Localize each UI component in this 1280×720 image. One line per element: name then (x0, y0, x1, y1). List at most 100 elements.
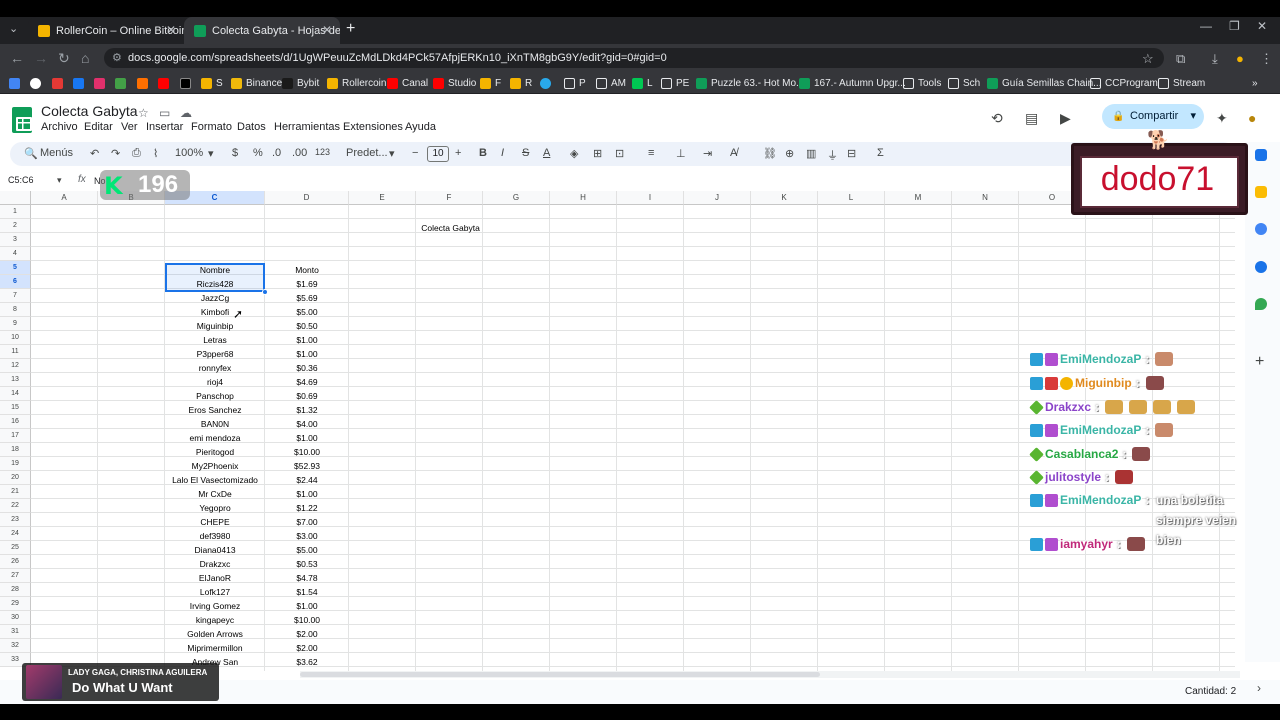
row-header-25[interactable]: 25 (0, 541, 31, 555)
zoom-select[interactable]: 100% (175, 147, 203, 159)
text-color-icon[interactable]: A (543, 147, 550, 159)
amount-cell[interactable]: $1.00 (265, 333, 349, 347)
header-nombre-cell[interactable]: Nombre (165, 263, 265, 277)
name-cell[interactable]: Golden Arrows (165, 627, 265, 641)
account-avatar[interactable]: ● (1248, 110, 1256, 126)
search-menus-icon[interactable]: 🔍 (24, 147, 38, 160)
row-header-16[interactable]: 16 (0, 415, 31, 429)
amount-cell[interactable]: $0.50 (265, 319, 349, 333)
share-button[interactable]: Compartir▾ (1102, 104, 1204, 129)
row-header-10[interactable]: 10 (0, 331, 31, 345)
bookmark-icon-7[interactable] (137, 75, 152, 91)
percent-format-button[interactable]: % (253, 147, 263, 159)
row-header-17[interactable]: 17 (0, 429, 31, 443)
tab-rollercoin[interactable]: RollerCoin – Online Bitcoin Mi ✕ (28, 17, 184, 44)
amount-cell[interactable]: $5.69 (265, 291, 349, 305)
move-folder-icon[interactable]: ▭ (159, 106, 170, 120)
menu-editar[interactable]: Editar (84, 121, 113, 133)
italic-icon[interactable]: I (501, 147, 504, 159)
row-header-20[interactable]: 20 (0, 471, 31, 485)
bookmark-l[interactable]: L (632, 75, 653, 91)
amount-cell[interactable]: $1.00 (265, 347, 349, 361)
filter-icon[interactable]: ⏚ (827, 147, 838, 163)
amount-cell[interactable]: $7.00 (265, 515, 349, 529)
reload-icon[interactable]: ↻ (58, 50, 70, 67)
name-cell[interactable]: P3pper68 (165, 347, 265, 361)
close-tab-icon[interactable]: ✕ (322, 23, 332, 37)
sheets-logo-icon[interactable] (12, 107, 32, 133)
row-header-9[interactable]: 9 (0, 317, 31, 331)
name-cell[interactable]: JazzCg (165, 291, 265, 305)
bookmark-folder-am[interactable]: AM (596, 75, 626, 91)
increase-decimal-button[interactable]: .00 (292, 147, 307, 159)
row-header-8[interactable]: 8 (0, 303, 31, 317)
column-header-d[interactable]: D (265, 191, 349, 205)
forward-icon[interactable]: → (34, 50, 48, 66)
amount-cell[interactable]: $5.00 (265, 543, 349, 557)
row-header-26[interactable]: 26 (0, 555, 31, 569)
add-addon-icon[interactable]: + (1255, 353, 1264, 371)
row-header-19[interactable]: 19 (0, 457, 31, 471)
column-header-m[interactable]: M (885, 191, 952, 205)
bookmark-icon-6[interactable] (115, 75, 130, 91)
row-header-2[interactable]: 2 (0, 219, 31, 233)
currency-format-button[interactable]: $ (232, 147, 238, 159)
amount-cell[interactable]: $3.62 (265, 655, 349, 669)
amount-cell[interactable]: $10.00 (265, 613, 349, 627)
name-cell[interactable]: BAN0N (165, 417, 265, 431)
close-tab-icon[interactable]: ✕ (166, 23, 176, 37)
text-wrap-icon[interactable]: ⇥ (703, 147, 712, 160)
row-header-23[interactable]: 23 (0, 513, 31, 527)
merge-cells-icon[interactable]: ⊡ (615, 147, 624, 160)
bookmark-folder-p[interactable]: P (564, 75, 586, 91)
name-cell[interactable]: Drakzxc (165, 557, 265, 571)
row-header-1[interactable]: 1 (0, 205, 31, 219)
amount-cell[interactable]: $1.00 (265, 599, 349, 613)
bookmark-binance[interactable]: Binance (231, 75, 282, 91)
bookmark-puzzle[interactable]: Puzzle 63.- Hot Mo... (696, 75, 804, 91)
facebook-icon[interactable] (73, 75, 88, 91)
bookmark-bybit[interactable]: Bybit (282, 75, 319, 91)
row-header-13[interactable]: 13 (0, 373, 31, 387)
bookmark-f[interactable]: F (480, 75, 501, 91)
insert-chart-icon[interactable]: ▥ (806, 147, 816, 160)
font-size-input[interactable]: 10 (427, 146, 449, 162)
telegram-icon[interactable] (540, 75, 555, 91)
menu-extensiones[interactable]: Extensiones (343, 121, 403, 133)
more-formats-button[interactable]: 123 (315, 147, 330, 157)
bookmark-s[interactable]: S (201, 75, 223, 91)
amount-cell[interactable]: $0.69 (265, 389, 349, 403)
bookmark-studio[interactable]: Studio (433, 75, 476, 91)
bookmark-icon-1[interactable] (9, 75, 24, 91)
name-box[interactable]: C5:C6 (8, 175, 34, 185)
amount-cell[interactable]: $2.44 (265, 473, 349, 487)
x-icon[interactable] (180, 75, 195, 91)
profile-avatar[interactable]: ● (1236, 51, 1244, 66)
bookmark-autumn[interactable]: 167.- Autumn Upgr... (799, 75, 906, 91)
name-cell[interactable]: Miprimermillon (165, 641, 265, 655)
meet-icon[interactable]: ▶ (1060, 110, 1071, 127)
amount-cell[interactable]: $1.32 (265, 403, 349, 417)
amount-cell[interactable]: $0.53 (265, 557, 349, 571)
menu-datos[interactable]: Datos (237, 121, 266, 133)
row-header-18[interactable]: 18 (0, 443, 31, 457)
name-cell[interactable]: Riczis428 (165, 277, 265, 291)
row-header-31[interactable]: 31 (0, 625, 31, 639)
row-header-15[interactable]: 15 (0, 401, 31, 415)
name-cell[interactable]: emi mendoza (165, 431, 265, 445)
row-header-14[interactable]: 14 (0, 387, 31, 401)
maps-icon[interactable] (1255, 298, 1267, 310)
row-header-12[interactable]: 12 (0, 359, 31, 373)
name-cell[interactable]: Letras (165, 333, 265, 347)
minimize-icon[interactable]: — (1200, 19, 1212, 33)
star-icon[interactable]: ☆ (138, 106, 149, 120)
insert-comment-icon[interactable]: ⊕ (785, 147, 794, 160)
name-cell[interactable]: Diana0413 (165, 543, 265, 557)
amount-cell[interactable]: $1.69 (265, 277, 349, 291)
search-menus-label[interactable]: Menús (40, 147, 73, 159)
name-cell[interactable]: ElJanoR (165, 571, 265, 585)
amount-cell[interactable]: $4.78 (265, 571, 349, 585)
increase-font-size-icon[interactable]: + (455, 147, 461, 159)
amount-cell[interactable]: $4.00 (265, 417, 349, 431)
column-header-l[interactable]: L (818, 191, 885, 205)
